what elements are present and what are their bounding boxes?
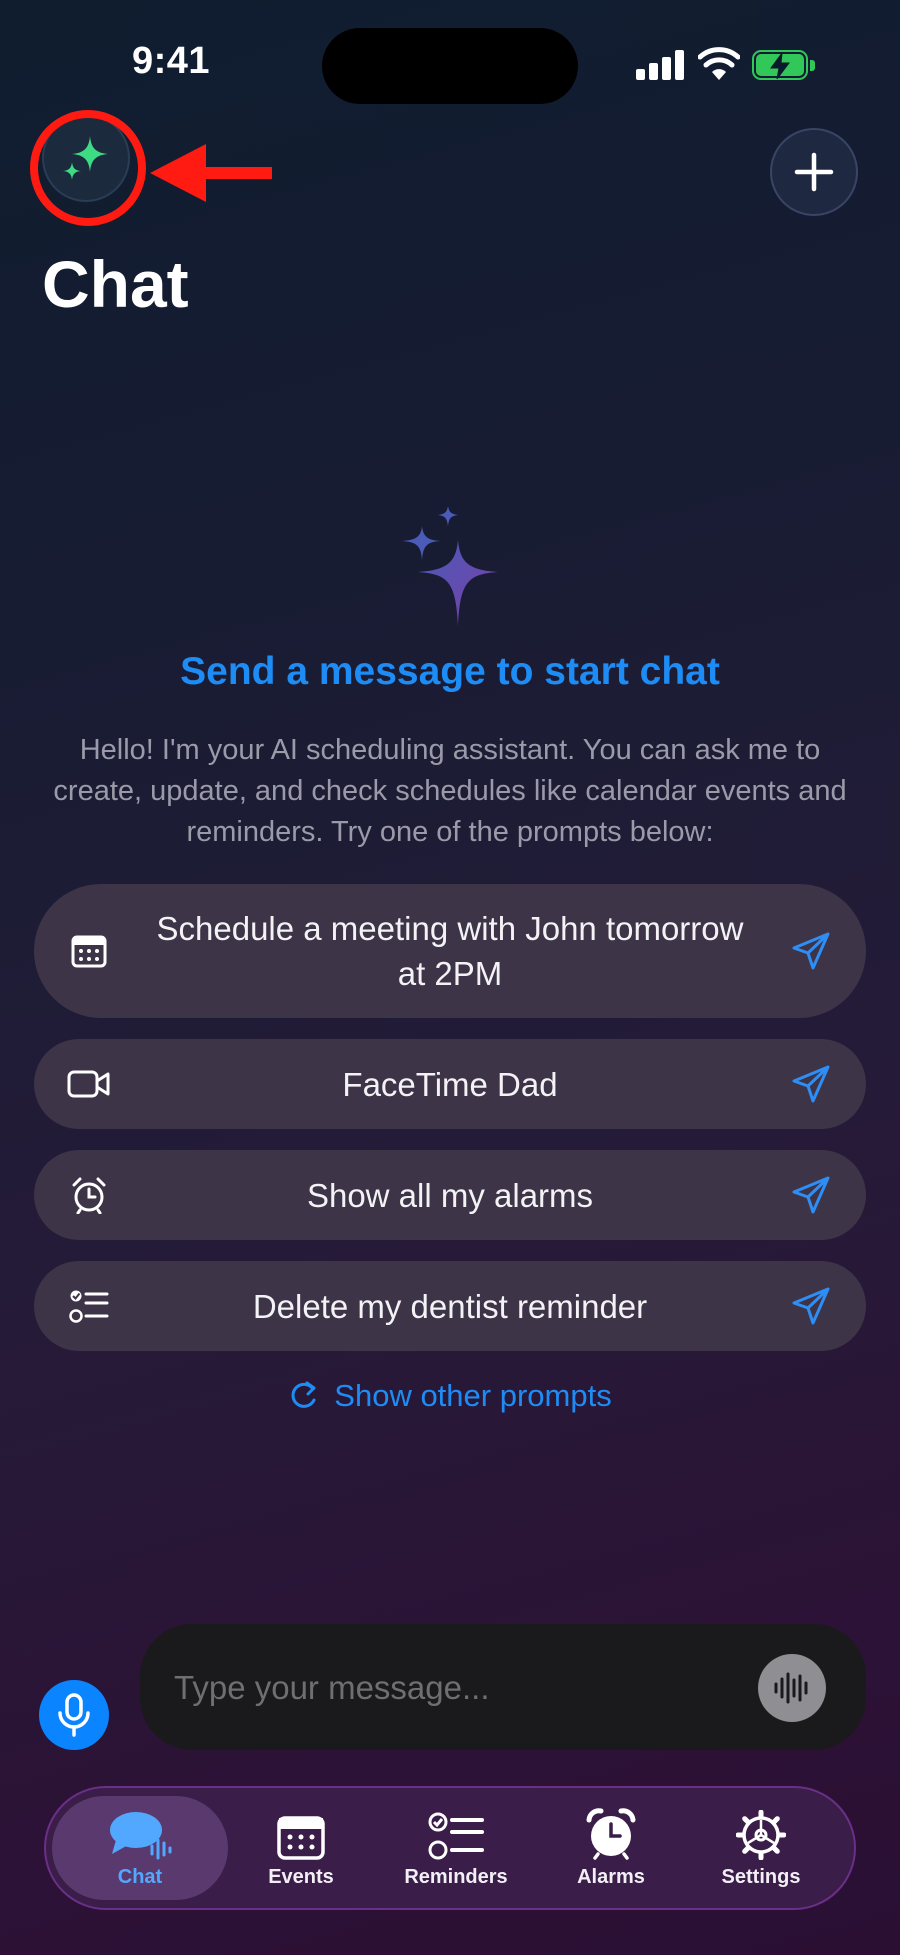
microphone-icon [58,1693,90,1737]
prompt-chip-show-alarms[interactable]: Show all my alarms [34,1150,866,1240]
message-composer [140,1624,866,1752]
show-other-prompts-label: Show other prompts [334,1378,612,1413]
dynamic-island [322,28,578,104]
calendar-icon [277,1815,325,1860]
calendar-icon [71,935,107,968]
send-icon [792,1065,830,1103]
tab-events[interactable]: Events [226,1788,376,1908]
highlight-arrow-icon [150,144,272,202]
new-chat-button[interactable] [770,128,858,216]
waveform-icon [774,1672,808,1704]
cellular-signal-icon [636,50,686,80]
tab-reminders[interactable]: Reminders [376,1788,536,1908]
tab-label: Reminders [404,1865,508,1888]
status-time: 9:41 [132,40,211,82]
prompt-label: FaceTime Dad [342,1065,558,1103]
battery-charging-icon [752,50,816,82]
prompt-label: Schedule a meeting with John tomorrow at… [156,910,744,992]
tab-label: Alarms [577,1865,645,1888]
video-camera-icon [67,1070,110,1098]
prompt-label: Delete my dentist reminder [252,1287,648,1325]
tab-bar: Chat Events Reminders Alarms Settings [44,1786,856,1910]
show-other-prompts-button[interactable]: Show other prompts [0,1378,900,1414]
checklist-icon [428,1812,484,1859]
voice-mode-button[interactable] [758,1654,826,1722]
tab-settings[interactable]: Settings [686,1788,836,1908]
tab-label: Settings [721,1865,801,1888]
gear-icon [736,1809,786,1860]
voice-input-button[interactable] [39,1680,109,1750]
empty-state-intro: Hello! I'm your AI scheduling assistant.… [53,734,847,848]
alarm-clock-icon [72,1177,106,1214]
tab-label: Events [268,1865,334,1888]
tab-alarms[interactable]: Alarms [536,1788,686,1908]
alarm-clock-icon [586,1807,636,1860]
prompt-chip-facetime-dad[interactable]: FaceTime Dad [34,1039,866,1129]
tab-label: Chat [117,1865,163,1888]
tab-chat[interactable]: Chat [52,1796,228,1900]
wifi-icon [698,47,740,80]
highlight-circle [30,110,146,226]
prompt-chip-schedule-meeting[interactable]: Schedule a meeting with John tomorrow at… [34,884,866,1018]
plus-icon [794,152,834,192]
empty-state-headline: Send a message to start chat [180,650,720,693]
send-icon [792,1287,830,1325]
send-icon [792,1176,830,1214]
prompt-chip-delete-reminder[interactable]: Delete my dentist reminder [34,1261,866,1351]
checklist-icon [69,1290,109,1323]
chat-bubble-icon [110,1811,172,1859]
send-icon [792,932,830,970]
page-title: Chat [42,247,189,321]
prompt-label: Show all my alarms [306,1176,594,1214]
sparkles-icon [402,506,498,626]
message-input[interactable] [172,1624,736,1752]
refresh-icon [291,1381,316,1408]
